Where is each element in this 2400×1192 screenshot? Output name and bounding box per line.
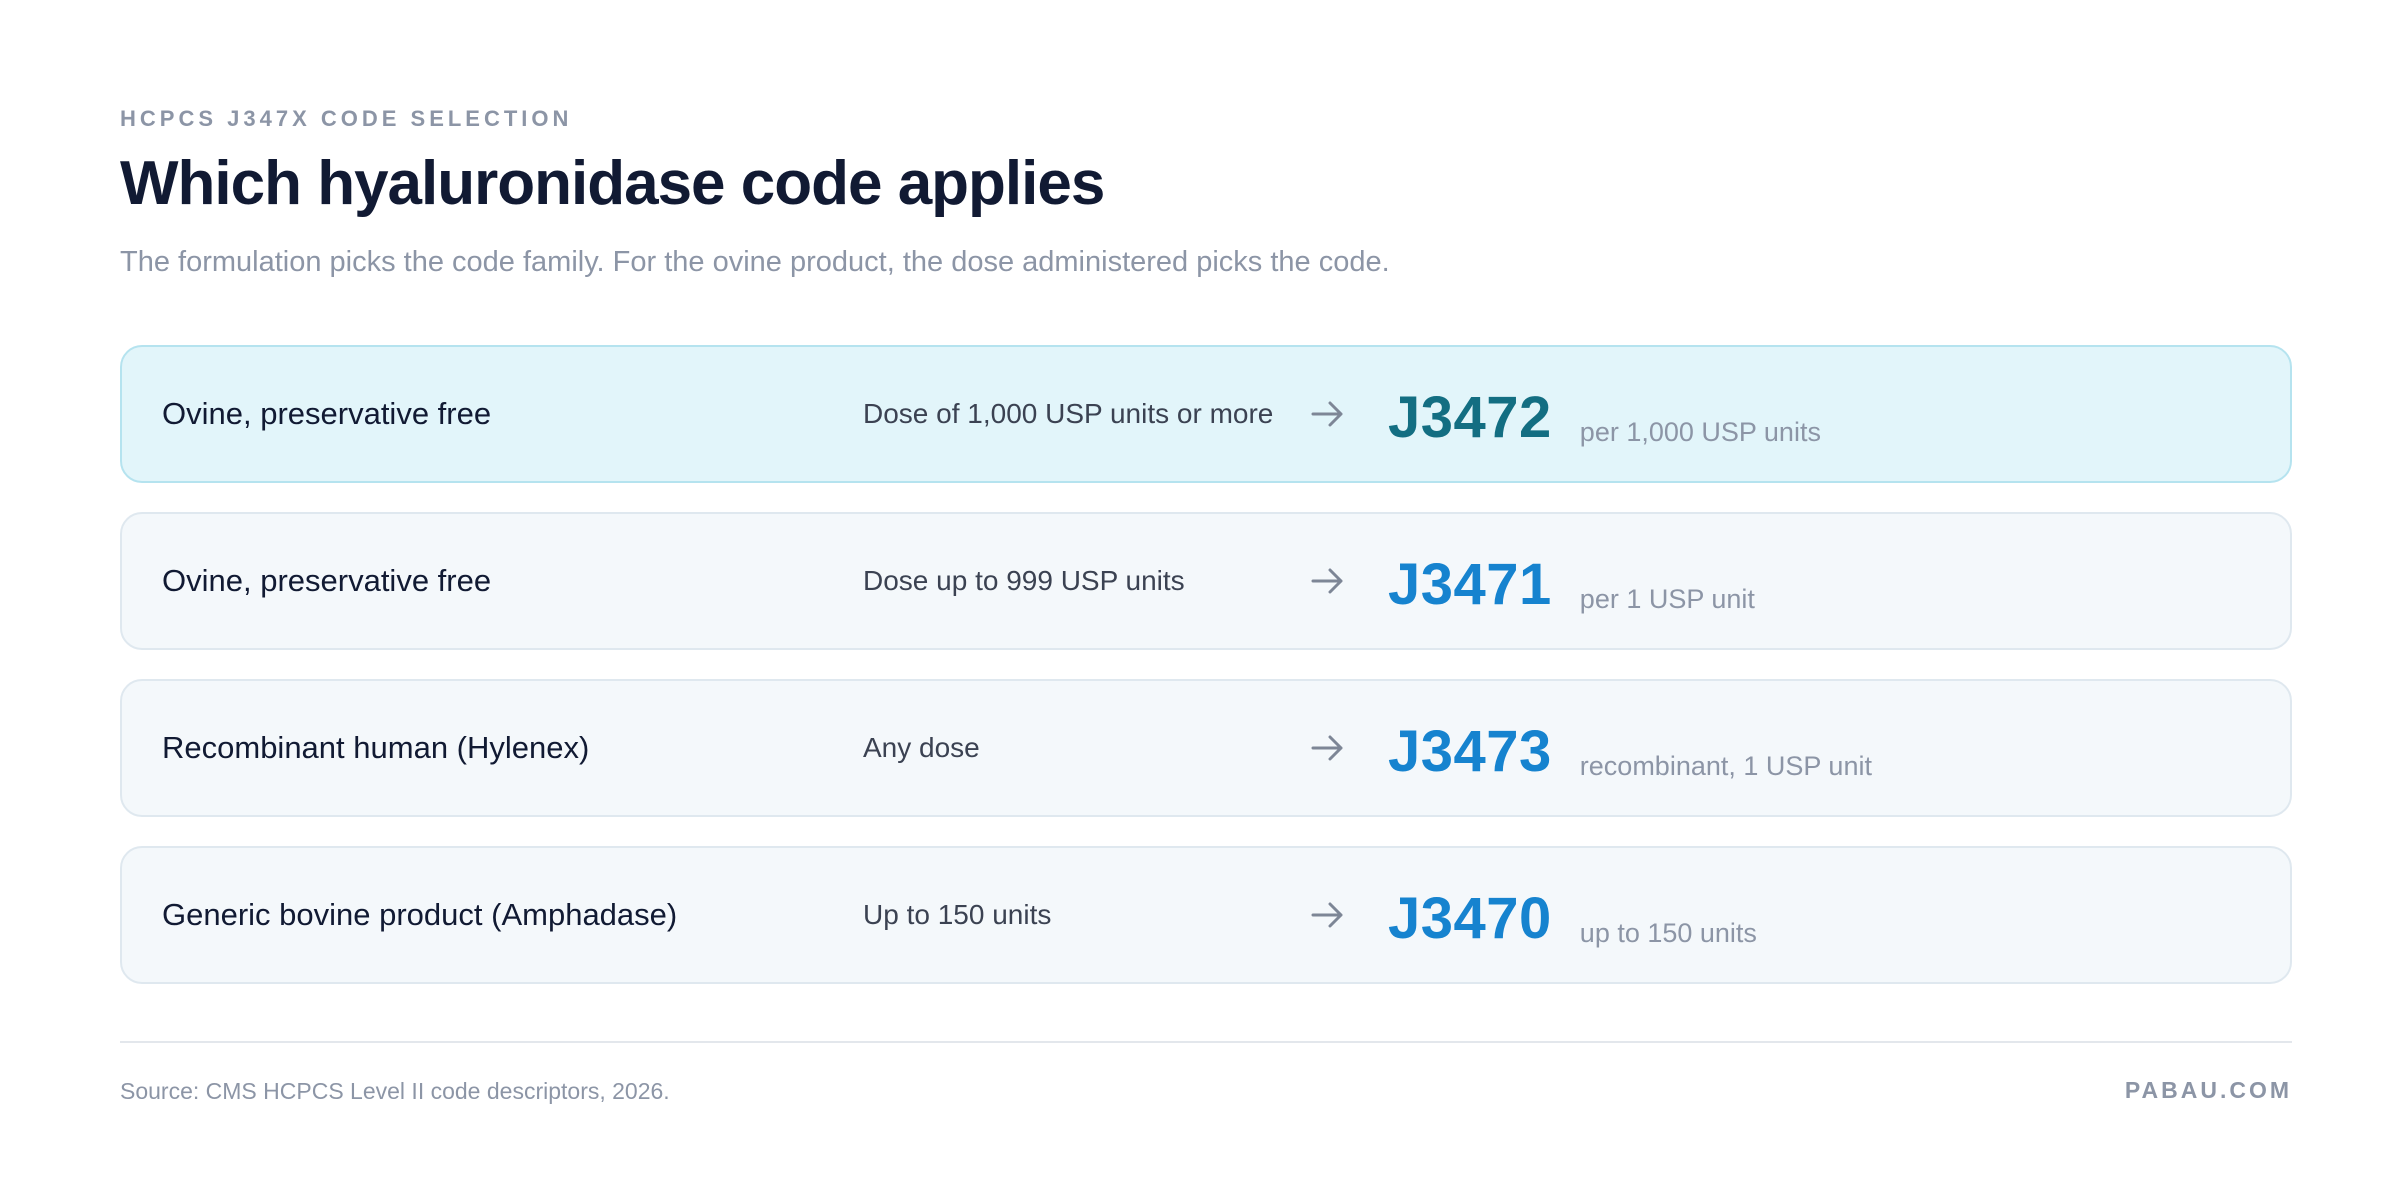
formulation-label: Ovine, preservative free (162, 396, 492, 431)
code-row-j3470: Generic bovine product (Amphadase) Up to… (120, 846, 2292, 984)
hcpcs-code: J3470 (1388, 886, 1552, 951)
brand-logo-text[interactable]: PABAU.COM (2125, 1077, 2292, 1104)
code-group: J3472 per 1,000 USP units (1388, 347, 1821, 483)
hcpcs-code: J3472 (1388, 385, 1552, 450)
code-group: J3471 per 1 USP unit (1388, 514, 1755, 650)
page: HCPCS J347X CODE SELECTION Which hyaluro… (120, 0, 2292, 1192)
arrow-right-icon (1308, 514, 1348, 648)
footer-divider (120, 1041, 2292, 1043)
code-row-j3473: Recombinant human (Hylenex) Any dose J34… (120, 679, 2292, 817)
code-group: J3473 recombinant, 1 USP unit (1388, 681, 1872, 817)
code-unit-note: per 1 USP unit (1579, 584, 1755, 614)
code-row-j3472: Ovine, preservative free Dose of 1,000 U… (120, 345, 2292, 483)
code-group: J3470 up to 150 units (1388, 848, 1757, 984)
code-row-j3471: Ovine, preservative free Dose up to 999 … (120, 512, 2292, 650)
code-unit-note: recombinant, 1 USP unit (1579, 751, 1872, 781)
arrow-right-icon (1308, 681, 1348, 815)
code-unit-note: per 1,000 USP units (1579, 417, 1821, 447)
dose-label: Dose of 1,000 USP units or more (863, 398, 1274, 429)
formulation-label: Generic bovine product (Amphadase) (162, 897, 678, 932)
hcpcs-code: J3471 (1388, 552, 1552, 617)
eyebrow-label: HCPCS J347X CODE SELECTION (120, 106, 573, 131)
dose-label: Any dose (863, 732, 980, 763)
page-subtitle: The formulation picks the code family. F… (120, 246, 1390, 278)
arrow-right-icon (1308, 848, 1348, 982)
hcpcs-code: J3473 (1388, 719, 1552, 784)
formulation-label: Recombinant human (Hylenex) (162, 730, 590, 765)
arrow-right-icon (1308, 347, 1348, 481)
formulation-label: Ovine, preservative free (162, 563, 492, 598)
page-title: Which hyaluronidase code applies (120, 149, 1105, 218)
code-selection-list: Ovine, preservative free Dose of 1,000 U… (120, 345, 2292, 1013)
dose-label: Up to 150 units (863, 899, 1052, 930)
dose-label: Dose up to 999 USP units (863, 565, 1185, 596)
code-unit-note: up to 150 units (1579, 918, 1757, 948)
source-note: Source: CMS HCPCS Level II code descript… (120, 1078, 670, 1104)
